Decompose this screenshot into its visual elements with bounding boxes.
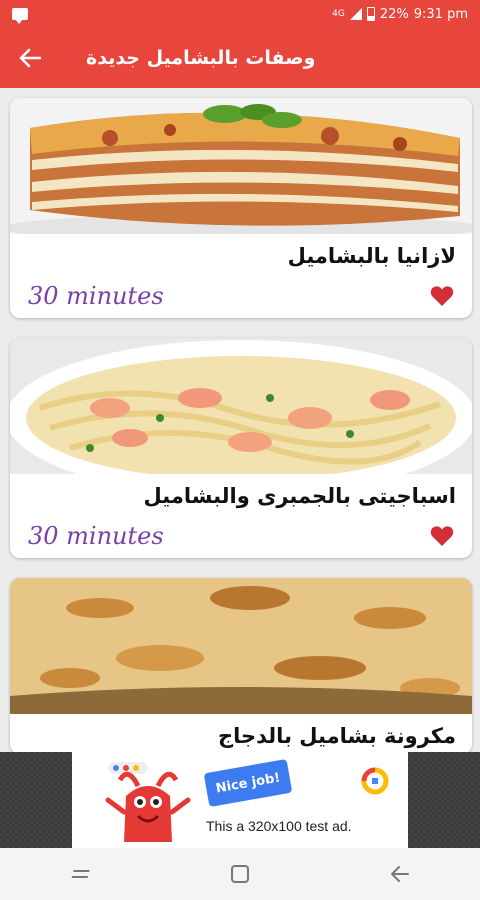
recipe-card-lasagna[interactable]: لازانيا بالبشاميل 30 minutes <box>10 98 472 318</box>
status-right: 4G 22% 9:31 pm <box>332 7 468 22</box>
status-left <box>12 8 28 24</box>
ad-logo-icon <box>361 767 389 795</box>
recipe-time: 30 minutes <box>28 522 164 550</box>
arrow-left-icon <box>19 48 41 68</box>
page-title: وصفات بالبشاميل جديدة <box>86 47 316 69</box>
recipe-card-macaroni[interactable]: مكرونة بشاميل بالدجاج <box>10 578 472 752</box>
recipe-image-spaghetti <box>10 338 472 474</box>
ad-badge: Nice job! <box>203 758 293 808</box>
recents-button[interactable] <box>60 854 100 894</box>
recipe-card-spaghetti[interactable]: اسباجيتى بالجمبرى والبشاميل 30 minutes <box>10 338 472 558</box>
recipe-list: لازانيا بالبشاميل 30 minutes اسباجيتى با… <box>0 88 480 752</box>
signal-icon <box>349 8 362 20</box>
status-time: 9:31 pm <box>413 6 468 22</box>
recipe-image-lasagna <box>10 98 472 234</box>
recipe-footer: 30 minutes <box>10 514 472 558</box>
recents-icon <box>71 870 90 878</box>
recipe-image-macaroni <box>10 578 472 714</box>
ad-banner-area: Nice job! This a 320x100 test ad. <box>0 752 480 848</box>
recipe-time: 30 minutes <box>28 282 164 310</box>
home-button[interactable] <box>220 854 260 894</box>
message-notification-icon <box>12 8 28 24</box>
battery-icon <box>366 7 375 21</box>
ad-text: This a 320x100 test ad. <box>206 818 352 834</box>
recipe-footer: 30 minutes <box>10 274 472 318</box>
status-bar: 4G 22% 9:31 pm <box>0 0 480 28</box>
system-nav-bar <box>0 848 480 900</box>
back-button[interactable] <box>0 28 60 88</box>
heart-icon[interactable] <box>430 285 454 307</box>
ad-banner[interactable]: Nice job! This a 320x100 test ad. <box>72 752 408 848</box>
home-square-icon <box>231 865 249 883</box>
back-arrow-icon <box>391 866 409 882</box>
battery-percent: 22% <box>379 6 409 22</box>
app-bar: وصفات بالبشاميل جديدة <box>0 28 480 88</box>
back-nav-button[interactable] <box>380 854 420 894</box>
network-type: 4G <box>332 8 345 19</box>
recipe-title: مكرونة بشاميل بالدجاج <box>218 724 456 748</box>
monster-mascot-icon <box>105 762 191 842</box>
heart-icon[interactable] <box>430 525 454 547</box>
recipe-title: لازانيا بالبشاميل <box>287 244 456 268</box>
recipe-title: اسباجيتى بالجمبرى والبشاميل <box>143 484 457 508</box>
